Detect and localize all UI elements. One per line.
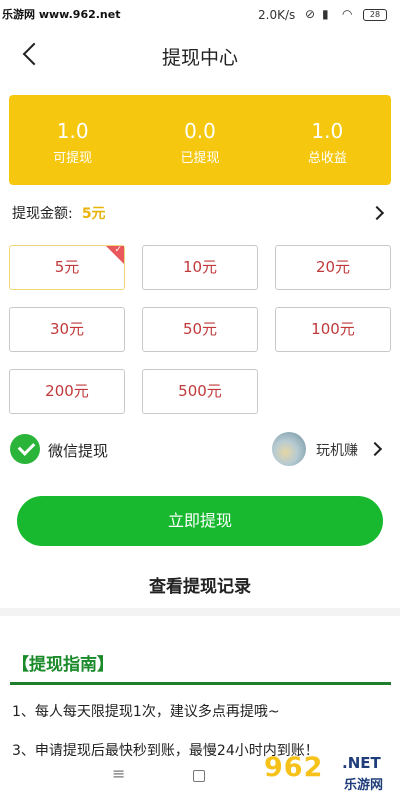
guide-rule — [10, 682, 391, 685]
battery-icon: 28 — [363, 9, 387, 21]
option-label: 500元 — [178, 382, 222, 400]
option-label: 50元 — [182, 320, 218, 338]
signal-icon: ▮ — [322, 7, 329, 21]
amount-option-20[interactable]: 20元 — [275, 245, 391, 290]
amount-option-100[interactable]: 100元 — [275, 307, 391, 352]
amount-option-30[interactable]: 30元 — [9, 307, 125, 352]
watermark-site-text: 乐游网 — [344, 778, 384, 793]
watermark-logo-text: 962 — [264, 752, 324, 783]
wifi-icon: ◠ — [342, 7, 353, 21]
chevron-right-icon — [369, 205, 385, 221]
home-icon[interactable] — [193, 770, 205, 782]
option-label: 200元 — [45, 382, 89, 400]
page-title: 提现中心 — [161, 47, 238, 69]
amount-option-50[interactable]: 50元 — [142, 307, 258, 352]
option-label: 5元 — [54, 258, 80, 276]
watermark-logo: 962 .NET 乐游网 — [264, 750, 398, 796]
network-speed: 2.0K/s — [258, 8, 296, 22]
mute-icon: ⊘ — [305, 7, 316, 21]
amount-label: 提现金额: — [12, 206, 73, 222]
amount-option-5[interactable]: 5元 ✓ — [9, 245, 125, 290]
chevron-right-icon — [367, 441, 383, 457]
stat-withdrawable: 1.0 可提现 — [9, 95, 136, 185]
wechat-icon — [10, 434, 40, 464]
stat-value: 1.0 — [56, 119, 89, 143]
menu-icon[interactable]: ≡ — [112, 764, 125, 783]
option-label: 10元 — [182, 258, 218, 276]
check-icon: ✓ — [114, 245, 122, 255]
account-name: 玩机赚 — [316, 443, 358, 459]
stat-withdrawn: 0.0 已提现 — [136, 95, 263, 185]
amount-option-10[interactable]: 10元 — [142, 245, 258, 290]
amount-value: 5元 — [81, 206, 106, 222]
amount-option-200[interactable]: 200元 — [9, 369, 125, 414]
stat-label: 总收益 — [307, 151, 347, 166]
payment-method-row[interactable]: 微信提现 玩机赚 — [10, 432, 390, 470]
view-records-link[interactable]: 查看提现记录 — [0, 572, 400, 597]
stat-value: 1.0 — [311, 119, 344, 143]
withdraw-now-button[interactable]: 立即提现 — [17, 496, 383, 546]
balance-summary: 1.0 可提现 0.0 已提现 1.0 总收益 — [9, 95, 391, 185]
avatar — [272, 432, 306, 466]
withdraw-amount-row[interactable]: 提现金额: 5元 — [12, 203, 388, 227]
payment-method-label: 微信提现 — [48, 442, 109, 460]
stat-total-earnings: 1.0 总收益 — [264, 95, 391, 185]
watermark-text: 乐游网 www.962.net — [2, 8, 121, 21]
stat-value: 0.0 — [184, 119, 216, 143]
guide-heading: 【提现指南】 — [12, 655, 114, 675]
watermark-net-text: .NET — [342, 754, 381, 772]
amount-option-500[interactable]: 500元 — [142, 369, 258, 414]
status-bar: 乐游网 www.962.net 2.0K/s ⊘ ▮ ◠ 28 — [0, 0, 400, 30]
option-label: 100元 — [311, 320, 355, 338]
header: 提现中心 — [0, 32, 400, 80]
stat-label: 可提现 — [53, 151, 93, 166]
guide-line: 1、每人每天限提现1次，建议多点再提哦~ — [12, 704, 280, 720]
option-label: 30元 — [49, 320, 85, 338]
option-label: 20元 — [315, 258, 351, 276]
stat-label: 已提现 — [180, 151, 220, 166]
section-divider — [0, 608, 400, 616]
